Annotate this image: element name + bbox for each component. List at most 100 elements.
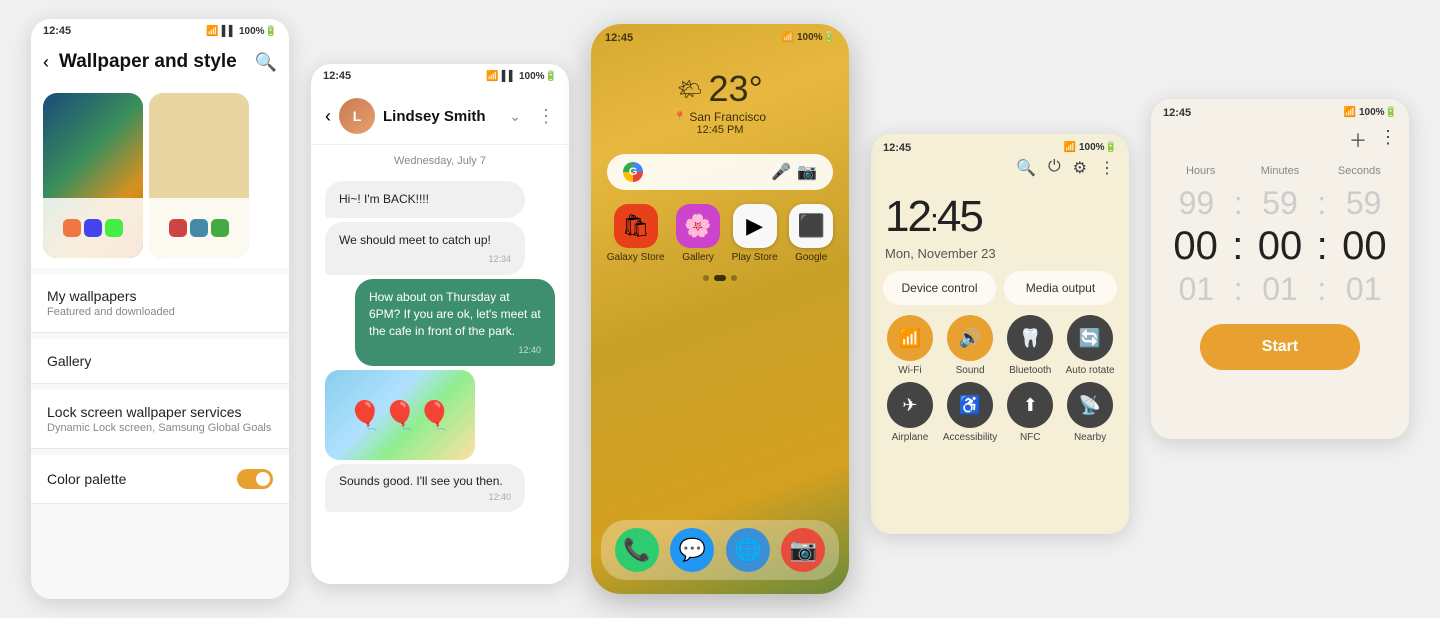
app-galaxy-store[interactable]: 🛍 Galaxy Store [607, 204, 665, 263]
quick-settings-panel: 12:45 📶 100%🔋 🔍 ⏻ ⚙ ⋮ 12:45 Mon, Novembe… [871, 134, 1129, 534]
lens-icon[interactable]: 📷 [797, 162, 817, 182]
time-messages: 12:45 [323, 70, 351, 82]
back-icon[interactable]: ‹ [43, 52, 49, 73]
bluetooth-tile-icon: 🦷 [1007, 315, 1053, 361]
colon-2: : [1315, 224, 1330, 269]
gallery-label: Gallery [682, 252, 714, 263]
minutes-main[interactable]: 00 [1245, 224, 1314, 269]
wifi-tile-icon: 📶 [887, 315, 933, 361]
qs-time: 12:45 [883, 142, 911, 154]
city-row: 📍 San Francisco [674, 110, 766, 124]
wp-app-6 [211, 219, 229, 237]
nfc-tile-icon: ⬆ [1007, 382, 1053, 428]
wp-app-1 [63, 219, 81, 237]
timer-battery-icon: 100%🔋 [1359, 107, 1397, 119]
qs-tile-accessibility[interactable]: ♿ Accessibility [943, 382, 997, 443]
app-row-1: 🛍 Galaxy Store 🌸 Gallery ▶ Play Store ⬛ … [591, 198, 849, 269]
qs-status-icons: 📶 100%🔋 [1064, 142, 1117, 154]
back-icon-msg[interactable]: ‹ [325, 106, 331, 127]
start-button[interactable]: Start [1200, 324, 1360, 370]
menu-lock-screen[interactable]: Lock screen wallpaper services Dynamic L… [31, 390, 289, 449]
color-palette-toggle[interactable] [237, 469, 273, 489]
search-bar[interactable]: 🎤 📷 [607, 154, 833, 190]
date-label: Wednesday, July 7 [311, 145, 569, 177]
battery-icon-msg: 100%🔋 [519, 71, 557, 82]
bubble-4: Sounds good. I'll see you then. 12:40 [325, 464, 525, 512]
autorotate-tile-icon: 🔄 [1067, 315, 1113, 361]
home-wifi-icon: 📶 [782, 32, 794, 44]
image-bubble: 🎈🎈🎈 [325, 370, 475, 460]
more-icon[interactable]: ⋮ [537, 106, 555, 127]
gallery-icon: 🌸 [676, 204, 720, 248]
qs-wifi-icon: 📶 [1064, 142, 1076, 154]
qs-action-buttons: Device control Media output [871, 271, 1129, 315]
qs-tile-airplane[interactable]: ✈ Airplane [883, 382, 937, 443]
seconds-main[interactable]: 00 [1330, 224, 1399, 269]
bubble-3: How about on Thursday at 6PM? If you are… [355, 279, 555, 366]
signal-icon-msg: ▌▌ [502, 71, 516, 82]
home-time: 12:45 [605, 32, 633, 44]
time-wallpaper: 12:45 [43, 25, 71, 37]
timer-col-labels: Hours Minutes Seconds [1151, 161, 1409, 185]
dock-phone[interactable]: 📞 [615, 528, 659, 572]
search-icon-qs[interactable]: 🔍 [1016, 158, 1036, 178]
sound-tile-label: Sound [956, 365, 985, 376]
signal-icon: ▌▌ [222, 26, 236, 37]
search-icon[interactable]: 🔍 [255, 52, 277, 73]
timer-status-icons: 📶 100%🔋 [1344, 107, 1397, 119]
qs-clock: 12:45 [871, 186, 1129, 246]
settings-icon-qs[interactable]: ⚙ [1073, 158, 1087, 178]
menu-color-palette[interactable]: Color palette [31, 455, 289, 504]
menu-gallery[interactable]: Gallery [31, 339, 289, 384]
wifi-tile-label: Wi-Fi [898, 365, 921, 376]
wallpaper-previews [31, 83, 289, 268]
timer-top-row: 99 : 59 : 59 [1151, 185, 1409, 222]
google-label: Google [795, 252, 827, 263]
home-city-time: 12:45 PM [696, 124, 743, 136]
home-battery-icon: 100%🔋 [797, 32, 835, 44]
qs-clock-display: 12:45 [885, 192, 982, 241]
mic-icon[interactable]: 🎤 [771, 162, 791, 182]
app-gallery[interactable]: 🌸 Gallery [676, 204, 720, 263]
dock-internet[interactable]: 🌐 [726, 528, 770, 572]
media-output-btn[interactable]: Media output [1004, 271, 1117, 305]
minutes-top: 59 [1245, 185, 1316, 222]
app-google[interactable]: ⬛ Google [789, 204, 833, 263]
messages-panel: 12:45 📶 ▌▌ 100%🔋 ‹ L Lindsey Smith ⌄ ⋮ W… [311, 64, 569, 584]
dock-camera[interactable]: 📷 [781, 528, 825, 572]
contact-name: Lindsey Smith [383, 108, 501, 125]
add-timer-icon[interactable]: ＋ [1349, 127, 1367, 153]
more-icon-qs[interactable]: ⋮ [1099, 158, 1115, 178]
battery-icon: 100%🔋 [239, 26, 277, 37]
bubble-2: We should meet to catch up! 12:34 [325, 222, 525, 275]
status-bar-wallpaper: 12:45 📶 ▌▌ 100%🔋 [31, 19, 289, 43]
wallpaper-thumb-2[interactable] [149, 93, 249, 258]
power-icon-qs[interactable]: ⏻ [1048, 158, 1061, 178]
app-play-store[interactable]: ▶ Play Store [732, 204, 778, 263]
dock-messages[interactable]: 💬 [670, 528, 714, 572]
qs-tile-sound[interactable]: 🔊 Sound [943, 315, 997, 376]
seconds-label: Seconds [1320, 165, 1399, 181]
weather-icon: 🌤 [677, 77, 702, 102]
wp-app-3 [105, 219, 123, 237]
wp-app-5 [190, 219, 208, 237]
wallpaper-title: Wallpaper and style [59, 51, 245, 73]
timer-wifi-icon: 📶 [1344, 107, 1356, 119]
qs-tile-nearby[interactable]: 📡 Nearby [1063, 382, 1117, 443]
dropdown-icon[interactable]: ⌄ [509, 108, 521, 125]
hours-main[interactable]: 00 [1161, 224, 1230, 269]
wallpaper-panel: 12:45 📶 ▌▌ 100%🔋 ‹ Wallpaper and style 🔍 [31, 19, 289, 599]
qs-tile-nfc[interactable]: ⬆ NFC [1003, 382, 1057, 443]
more-timer-icon[interactable]: ⋮ [1379, 127, 1397, 153]
qs-tile-autorotate[interactable]: 🔄 Auto rotate [1063, 315, 1117, 376]
messages-header: ‹ L Lindsey Smith ⌄ ⋮ [311, 88, 569, 145]
wallpaper-thumb-1[interactable] [43, 93, 143, 258]
seconds-bottom: 01 [1328, 271, 1399, 308]
home-status-icons: 📶 100%🔋 [782, 32, 835, 44]
qs-tile-bluetooth[interactable]: 🦷 Bluetooth [1003, 315, 1057, 376]
device-control-btn[interactable]: Device control [883, 271, 996, 305]
menu-my-wallpapers[interactable]: My wallpapers Featured and downloaded [31, 274, 289, 333]
dot-3 [731, 275, 737, 281]
seconds-top: 59 [1328, 185, 1399, 222]
qs-tile-wifi[interactable]: 📶 Wi-Fi [883, 315, 937, 376]
